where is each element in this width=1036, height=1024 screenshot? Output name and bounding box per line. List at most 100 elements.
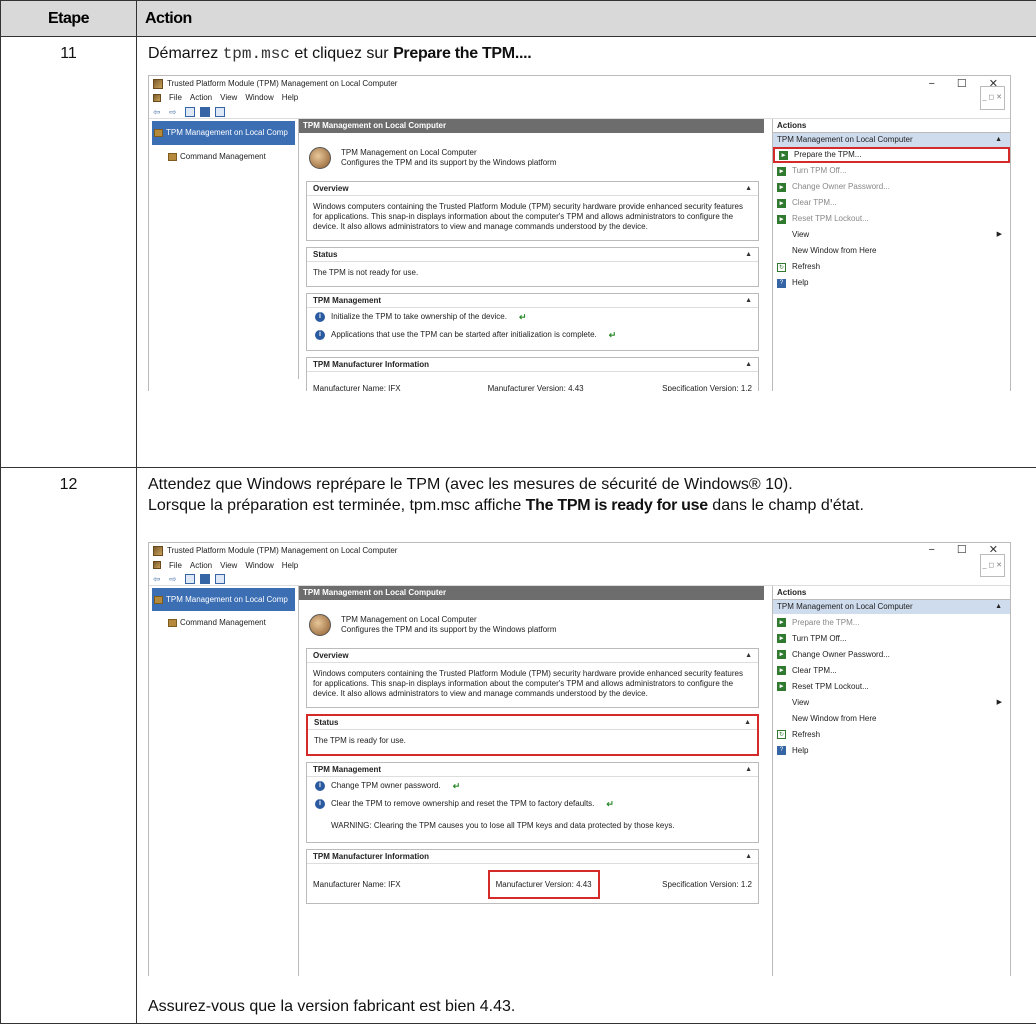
go-arrow-icon[interactable]: ↵	[519, 312, 527, 322]
status-section: Status▲ The TPM is not ready for use.	[306, 247, 759, 287]
go-arrow-icon[interactable]: ↵	[606, 799, 614, 809]
collapse-icon[interactable]: ▲	[745, 850, 752, 863]
menu-window[interactable]: Window	[245, 87, 273, 109]
mdi-controls[interactable]: _ ◻ ✕	[980, 554, 1005, 577]
status-section: Status▲ The TPM is ready for use.	[306, 714, 759, 756]
window-titlebar: Trusted Platform Module (TPM) Management…	[149, 542, 1010, 558]
center-header: TPM Management on Local Computer	[299, 119, 764, 133]
action-icon: ▸	[777, 183, 786, 192]
help-icon[interactable]	[200, 574, 210, 584]
info-icon: i	[315, 799, 325, 809]
action-refresh[interactable]: ↻Refresh	[773, 259, 1010, 275]
action-icon: ▸	[777, 167, 786, 176]
center-pane: TPM Management on Local Computer TPM Man…	[299, 586, 772, 976]
app-menu-icon	[153, 94, 161, 102]
menu-help[interactable]: Help	[282, 87, 298, 109]
intro: TPM Management on Local ComputerConfigur…	[299, 600, 764, 642]
screenshot-tpm-not-ready: Trusted Platform Module (TPM) Management…	[148, 75, 1011, 391]
submenu-arrow-icon: ▶	[997, 692, 1002, 713]
manufacturer-version: Manufacturer Version: 4.43	[488, 870, 600, 899]
menu-view[interactable]: View	[220, 555, 237, 576]
minimize-icon[interactable]: −	[928, 75, 934, 95]
manufacturer-section: TPM Manufacturer Information▲ Manufactur…	[306, 849, 759, 904]
action-icon: ▸	[779, 151, 788, 160]
tree-item-tpm-root[interactable]: TPM Management on Local Comp	[152, 121, 295, 145]
spec-version: Specification Version: 1.2	[662, 874, 752, 895]
action-icon: ▸	[777, 634, 786, 643]
back-icon[interactable]: ⇦	[153, 574, 164, 584]
info-icon: i	[315, 781, 325, 791]
action-icon: ▸	[777, 682, 786, 691]
manufacturer-name: Manufacturer Name: IFX	[313, 874, 488, 895]
action-icon: ▸	[777, 618, 786, 627]
overview-section: Overview▲ Windows computers containing t…	[306, 181, 759, 241]
step-footer-note: Assurez-vous que la version fabricant es…	[148, 996, 515, 1017]
step-action: Attendez que Windows reprépare le TPM (a…	[137, 468, 1036, 1024]
step-instruction-line2: Lorsque la préparation est terminée, tpm…	[148, 495, 1028, 516]
collapse-icon[interactable]: ▲	[745, 182, 752, 195]
center-pane: TPM Management on Local Computer TPM Man…	[299, 119, 772, 391]
collapse-icon[interactable]: ▲	[745, 763, 752, 776]
status-text: The TPM is not ready for use.	[307, 262, 758, 286]
spec-version: Specification Version: 1.2	[662, 378, 752, 391]
action-icon: ▸	[777, 199, 786, 208]
instructions-table: Etape Action 11 Démarrez tpm.msc et cliq…	[0, 0, 1036, 1024]
refresh-icon: ↻	[777, 263, 786, 272]
collapse-icon[interactable]: ▲	[995, 133, 1002, 147]
action-refresh[interactable]: ↻Refresh	[773, 726, 1010, 742]
collapse-icon[interactable]: ▲	[744, 716, 751, 729]
tree-item-tpm-root[interactable]: TPM Management on Local Comp	[152, 588, 295, 611]
header-action: Action	[137, 1, 1036, 37]
collapse-icon[interactable]: ▲	[745, 358, 752, 371]
go-arrow-icon[interactable]: ↵	[609, 330, 617, 340]
intro: TPM Management on Local ComputerConfigur…	[299, 133, 764, 175]
menu-help[interactable]: Help	[282, 555, 298, 576]
tpm-management-section: TPM Management▲ iInitialize the TPM to t…	[306, 293, 759, 351]
warning-text: WARNING: Clearing the TPM causes you to …	[307, 813, 758, 842]
tree-item-command-management[interactable]: Command Management	[152, 611, 295, 634]
info-icon: i	[315, 330, 325, 340]
forward-icon[interactable]: ⇨	[169, 107, 180, 117]
forward-icon[interactable]: ⇨	[169, 574, 180, 584]
collapse-icon[interactable]: ▲	[995, 600, 1002, 614]
folder-icon	[168, 619, 177, 627]
manufacturer-version: Manufacturer Version: 4.43	[488, 378, 663, 391]
actions-pane: Actions TPM Management on Local Computer…	[772, 119, 1010, 391]
manufacturer-name: Manufacturer Name: IFX	[313, 378, 488, 391]
go-arrow-icon[interactable]: ↵	[453, 781, 461, 791]
menu-window[interactable]: Window	[245, 555, 273, 576]
action-icon: ▸	[777, 666, 786, 675]
step-number: 11	[1, 37, 137, 468]
step-instruction-line1: Attendez que Windows reprépare le TPM (a…	[148, 474, 1028, 495]
app-icon	[153, 79, 163, 89]
tree-item-command-management[interactable]: Command Management	[152, 145, 295, 169]
help-icon[interactable]	[200, 107, 210, 117]
app-menu-icon	[153, 561, 161, 569]
console-tree-icon[interactable]	[185, 107, 195, 117]
app-icon	[153, 546, 163, 556]
tpm-management-section: TPM Management▲ iChange TPM owner passwo…	[306, 762, 759, 843]
collapse-icon[interactable]: ▲	[745, 294, 752, 307]
action-icon: ▸	[777, 650, 786, 659]
collapse-icon[interactable]: ▲	[745, 248, 752, 261]
center-header: TPM Management on Local Computer	[299, 586, 764, 600]
folder-icon	[168, 153, 177, 161]
action-pane-icon[interactable]	[215, 107, 225, 117]
actions-pane: Actions TPM Management on Local Computer…	[772, 586, 1010, 976]
maximize-icon[interactable]: ☐	[957, 542, 967, 561]
action-pane-icon[interactable]	[215, 574, 225, 584]
minimize-icon[interactable]: −	[928, 542, 934, 561]
tpm-avatar-icon	[309, 147, 331, 169]
mdi-controls[interactable]: _ ◻ ✕	[980, 86, 1005, 110]
back-icon[interactable]: ⇦	[153, 107, 164, 117]
console-tree-icon[interactable]	[185, 574, 195, 584]
menu-file[interactable]: File	[169, 555, 182, 576]
maximize-icon[interactable]: ☐	[957, 75, 967, 95]
menu-action[interactable]: Action	[190, 555, 212, 576]
overview-section: Overview▲ Windows computers containing t…	[306, 648, 759, 708]
screenshot-tpm-ready: Trusted Platform Module (TPM) Management…	[148, 542, 1011, 976]
collapse-icon[interactable]: ▲	[745, 649, 752, 662]
toolbar: ⇦ ⇨	[149, 105, 1010, 119]
console-tree: TPM Management on Local Comp Command Man…	[149, 586, 299, 976]
tpm-icon	[154, 129, 163, 137]
